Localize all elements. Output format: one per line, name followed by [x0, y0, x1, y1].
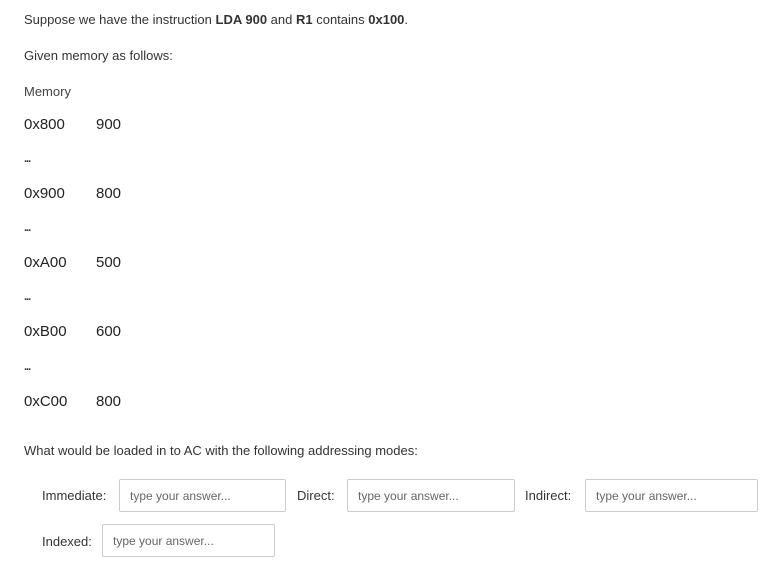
intro-suffix: . — [404, 12, 409, 27]
memory-title: Memory — [24, 84, 71, 99]
memory-value: 500 — [96, 254, 122, 271]
indexed-label: Indexed: — [42, 534, 92, 549]
immediate-label: Immediate: — [42, 488, 107, 503]
indirect-label: Indirect: — [525, 488, 572, 503]
memory-row: 0x800 900 — [24, 116, 121, 133]
memory-address: 0xB00 — [24, 323, 67, 340]
intro-prefix: Suppose we have the instruction — [24, 12, 216, 27]
register-name: R1 — [295, 12, 313, 27]
memory-address: 0x800 — [24, 116, 65, 133]
memory-address: 0xC00 — [24, 393, 68, 410]
direct-label: Direct: — [297, 488, 335, 503]
ellipsis: ... — [24, 153, 31, 165]
memory-value: 600 — [96, 323, 122, 340]
ellipsis: ... — [24, 222, 31, 234]
memory-row: 0xC00 800 — [24, 393, 121, 410]
memory-address: 0xA00 — [24, 254, 67, 271]
indexed-answer-input[interactable] — [102, 524, 275, 557]
memory-address: 0x900 — [24, 185, 65, 202]
indirect-answer-input[interactable] — [585, 479, 758, 512]
direct-answer-input[interactable] — [347, 479, 515, 512]
prompt-text: What would be loaded in to AC with the f… — [24, 443, 418, 458]
question-intro: Suppose we have the instruction LDA 900 … — [24, 12, 408, 27]
given-text: Given memory as follows: — [24, 48, 173, 63]
immediate-answer-input[interactable] — [119, 479, 286, 512]
memory-value: 800 — [96, 185, 122, 202]
memory-value: 900 — [96, 116, 122, 133]
memory-row: 0x900 800 — [24, 185, 121, 202]
intro-contains: contains — [312, 12, 369, 27]
ellipsis: ... — [24, 361, 31, 373]
ellipsis: ... — [24, 291, 31, 303]
register-value: 0x100 — [368, 12, 405, 27]
memory-row: 0xB00 600 — [24, 323, 121, 340]
memory-row: 0xA00 500 — [24, 254, 121, 271]
intro-middle: and — [267, 12, 296, 27]
memory-value: 800 — [96, 393, 122, 410]
instruction-text: LDA 900 — [215, 12, 268, 27]
